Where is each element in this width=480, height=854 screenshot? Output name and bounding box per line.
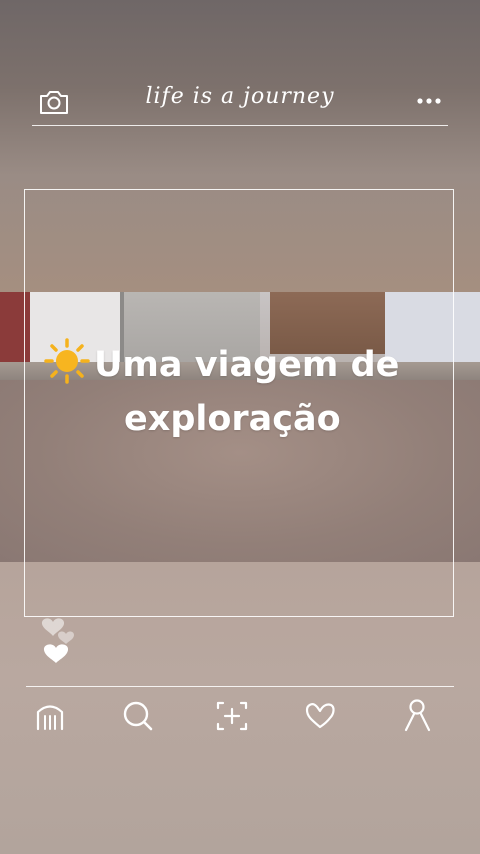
nav-search[interactable] bbox=[121, 698, 155, 734]
caption-line-1: Uma viagem de bbox=[94, 345, 400, 385]
profile-icon bbox=[404, 699, 431, 732]
nav-home[interactable] bbox=[33, 698, 67, 734]
caption-line-2: exploração bbox=[124, 399, 341, 439]
add-post-icon bbox=[216, 701, 248, 731]
nav-profile[interactable] bbox=[401, 698, 435, 734]
nav-add-post[interactable] bbox=[215, 698, 249, 734]
search-icon bbox=[123, 701, 153, 731]
more-dots-icon[interactable] bbox=[416, 96, 442, 106]
sun-icon bbox=[44, 338, 90, 384]
home-icon bbox=[36, 705, 64, 731]
hearts-icon bbox=[41, 618, 74, 663]
post-caption: Uma viagem de exploração bbox=[40, 338, 460, 446]
header-bar: life is a journey bbox=[32, 80, 448, 126]
heart-icon bbox=[305, 703, 335, 729]
header-title: life is a journey bbox=[145, 84, 335, 109]
nav-likes[interactable] bbox=[303, 698, 337, 734]
nav-divider bbox=[26, 686, 454, 687]
